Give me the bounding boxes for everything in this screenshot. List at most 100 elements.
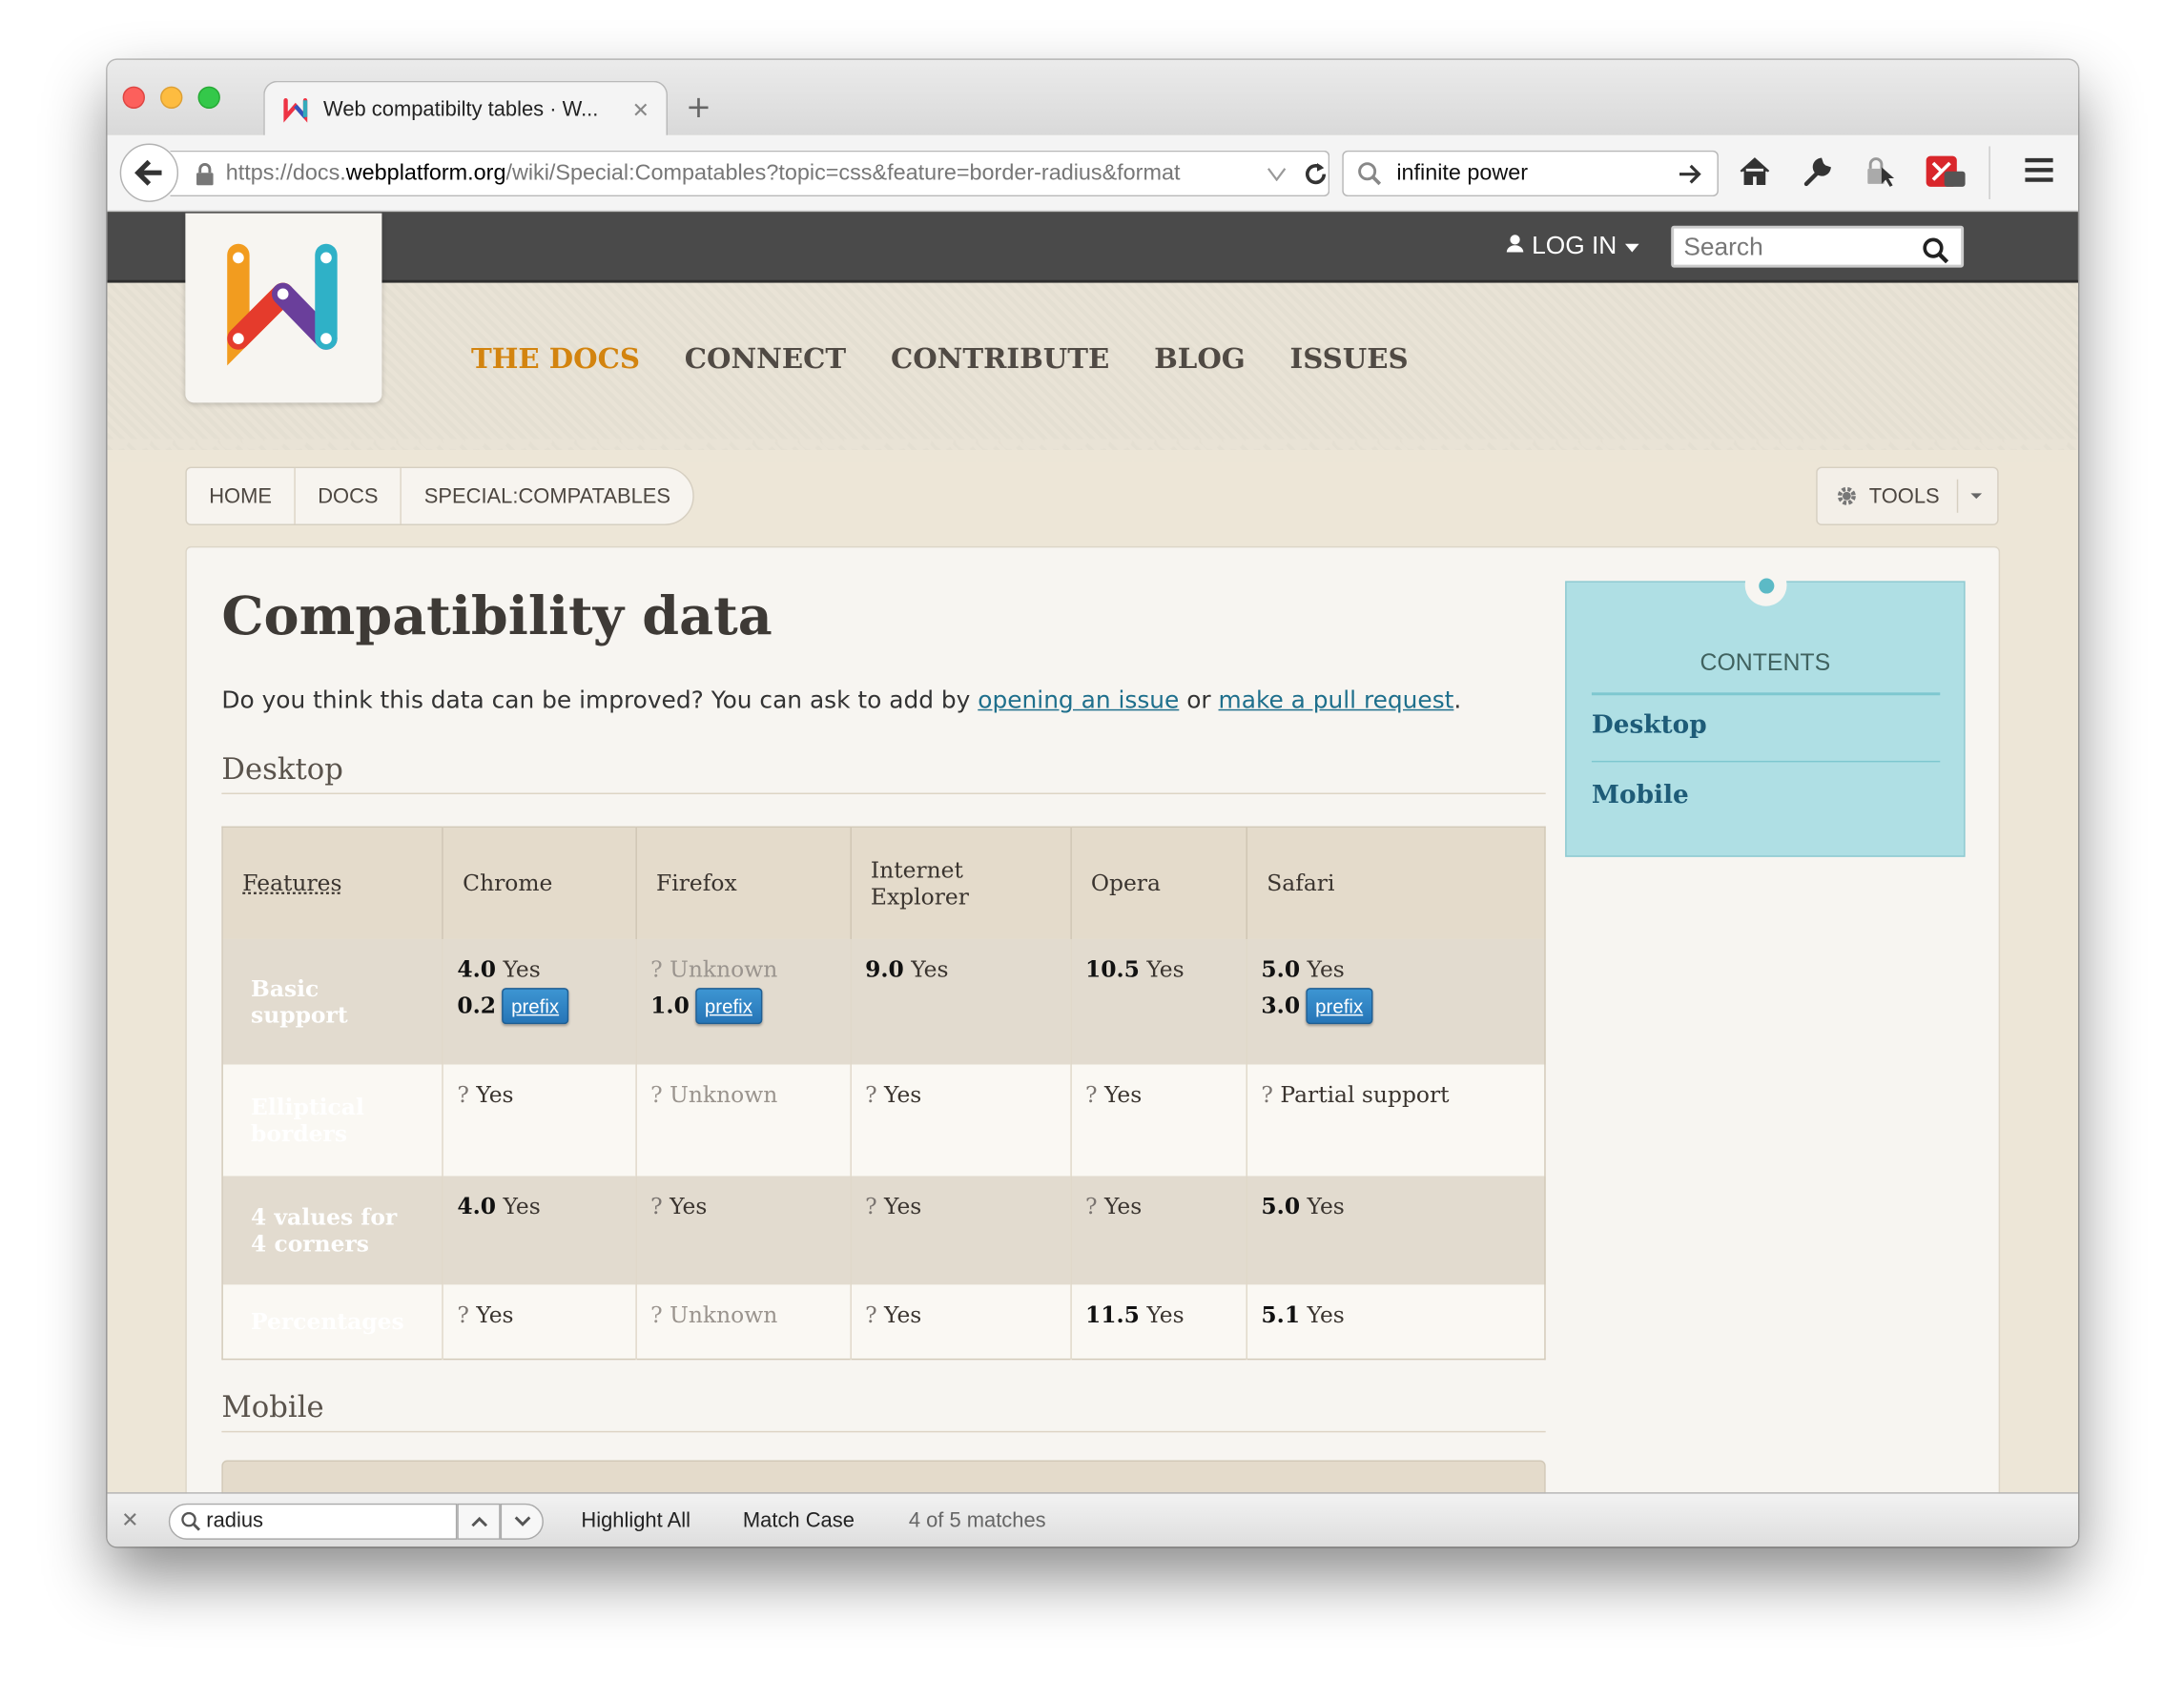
nav-connect[interactable]: CONNECT xyxy=(685,341,846,375)
close-window-button[interactable] xyxy=(122,86,145,109)
table-cell: ? Unknown 1.0 prefix xyxy=(635,938,852,1064)
wrench-icon[interactable] xyxy=(1801,154,1834,188)
col-header-ie: Internet Explorer xyxy=(850,827,1072,939)
tools-button[interactable]: TOOLS xyxy=(1816,466,1999,525)
chevron-down-icon xyxy=(513,1516,530,1526)
nav-issues[interactable]: ISSUES xyxy=(1290,341,1409,375)
site-search-input[interactable]: Search xyxy=(1671,225,1965,268)
table-cell: ? Yes xyxy=(850,1063,1072,1176)
table-cell: ? Yes xyxy=(442,1283,637,1360)
site-search-placeholder: Search xyxy=(1683,233,1763,261)
zoom-window-button[interactable] xyxy=(197,86,220,109)
find-input[interactable]: radius xyxy=(168,1503,458,1540)
extension-lock-icon[interactable] xyxy=(1864,154,1897,188)
url-bar[interactable]: https://docs.webplatform.org/wiki/Specia… xyxy=(170,150,1330,197)
col-header-features[interactable]: Features xyxy=(222,827,443,939)
menu-icon[interactable] xyxy=(2022,154,2055,185)
login-label: LOG IN xyxy=(1532,231,1617,259)
opening-issue-link[interactable]: opening an issue xyxy=(978,686,1179,714)
nav-the-docs[interactable]: THE DOCS xyxy=(471,341,640,375)
table-row: Percentages ? Yes ? Unknown ? Yes 11.5 Y… xyxy=(222,1283,1545,1360)
webplatform-logo[interactable] xyxy=(185,213,382,403)
browser-toolbar: https://docs.webplatform.org/wiki/Specia… xyxy=(107,134,2078,213)
back-button[interactable] xyxy=(119,143,179,202)
find-close-icon[interactable]: ✕ xyxy=(121,1507,138,1533)
dropdown-arrow-icon[interactable] xyxy=(1267,167,1287,181)
toc-item-desktop[interactable]: Desktop xyxy=(1592,710,1707,740)
table-of-contents: CONTENTS Desktop Mobile xyxy=(1565,563,1966,857)
lock-icon xyxy=(196,162,214,185)
search-icon xyxy=(1358,161,1382,185)
breadcrumb-docs[interactable]: DOCS xyxy=(296,468,402,524)
prefix-badge[interactable]: prefix xyxy=(694,987,763,1024)
table-cell: ? Unknown xyxy=(635,1283,852,1360)
nav-contribute[interactable]: CONTRIBUTE xyxy=(891,341,1109,375)
table-cell: ? Yes xyxy=(850,1175,1072,1284)
url-text: https://docs.webplatform.org/wiki/Specia… xyxy=(225,160,1181,185)
nav-blog[interactable]: BLOG xyxy=(1154,341,1246,375)
toc-title: CONTENTS xyxy=(1700,649,1831,676)
toc-divider xyxy=(1591,760,1941,763)
table-cell: ? Yes xyxy=(1070,1175,1247,1284)
site-nav: THE DOCS CONNECT CONTRIBUTE BLOG ISSUES xyxy=(471,341,1409,375)
table-cell: 10.5 Yes xyxy=(1070,938,1247,1064)
breadcrumb-home[interactable]: HOME xyxy=(187,468,296,524)
find-next-button[interactable] xyxy=(500,1503,544,1540)
tools-divider xyxy=(1956,479,1958,513)
minimize-window-button[interactable] xyxy=(160,86,183,109)
table-cell: 5.0 Yes 3.0 prefix xyxy=(1247,938,1545,1064)
chevron-down-icon[interactable] xyxy=(1968,492,1983,501)
find-previous-button[interactable] xyxy=(457,1503,501,1540)
table-cell: ? Unknown xyxy=(635,1063,852,1176)
go-arrow-icon[interactable] xyxy=(1679,162,1703,184)
site-header-bar: LOG IN Search xyxy=(107,212,2078,283)
reload-icon[interactable] xyxy=(1303,161,1328,186)
table-cell: ? Yes xyxy=(635,1175,852,1284)
browser-search-input[interactable]: infinite power xyxy=(1396,161,1678,186)
chevron-up-icon xyxy=(470,1516,487,1527)
toc-item-mobile[interactable]: Mobile xyxy=(1592,780,1689,809)
desktop-compat-table: Features Chrome Firefox Internet Explore… xyxy=(221,826,1546,1361)
gear-icon xyxy=(1837,486,1856,505)
table-row: Basic support 4.0 Yes 0.2 prefix ? Unknow… xyxy=(222,938,1545,1064)
col-header-chrome: Chrome xyxy=(442,827,637,939)
table-cell: 5.1 Yes xyxy=(1247,1283,1545,1360)
chevron-down-icon xyxy=(1625,243,1639,253)
table-cell: 5.0 Yes xyxy=(1247,1175,1545,1284)
new-tab-button[interactable]: + xyxy=(686,91,711,126)
site-search-icon[interactable] xyxy=(1922,236,1949,264)
login-button[interactable]: LOG IN xyxy=(1505,232,1640,261)
toc-pin-icon xyxy=(1744,563,1787,606)
table-cell: 9.0 Yes xyxy=(850,938,1072,1064)
toolbar-divider xyxy=(1988,146,1990,199)
browser-tab[interactable]: Web compatibilty tables · W... ✕ xyxy=(263,80,669,137)
title-bar: Web compatibilty tables · W... ✕ + xyxy=(107,59,2078,137)
home-icon[interactable] xyxy=(1738,154,1771,188)
col-header-safari: Safari xyxy=(1247,827,1545,939)
find-query: radius xyxy=(206,1508,263,1533)
highlight-all-toggle[interactable]: Highlight All xyxy=(581,1509,690,1533)
toc-divider xyxy=(1591,692,1941,696)
feature-name: Basic support xyxy=(222,938,443,1064)
feature-name: Elliptical borders xyxy=(222,1063,443,1176)
find-bar: ✕ radius Highlight All Match Case 4 of 5… xyxy=(107,1492,2078,1547)
table-cell: ? Yes xyxy=(850,1283,1072,1360)
site-banner: THE DOCS CONNECT CONTRIBUTE BLOG ISSUES xyxy=(107,213,2078,451)
table-cell: ? Yes xyxy=(442,1063,637,1176)
feature-name: Percentages xyxy=(222,1283,443,1360)
browser-search-bar[interactable]: infinite power xyxy=(1342,150,1719,197)
logo-icon xyxy=(227,243,338,366)
page-title: Compatibility data xyxy=(221,584,773,647)
back-arrow-icon xyxy=(134,159,162,186)
table-cell: 4.0 Yes xyxy=(442,1175,637,1284)
user-icon xyxy=(1506,235,1524,253)
match-case-toggle[interactable]: Match Case xyxy=(743,1509,855,1533)
prefix-badge[interactable]: prefix xyxy=(501,987,569,1024)
table-cell: 4.0 Yes 0.2 prefix xyxy=(442,938,637,1064)
prefix-badge[interactable]: prefix xyxy=(1305,987,1373,1024)
tools-label: TOOLS xyxy=(1868,483,1940,508)
tab-close-icon[interactable]: ✕ xyxy=(632,97,649,122)
extension-badge-icon[interactable] xyxy=(1925,154,1967,191)
table-header-row: Features Chrome Firefox Internet Explore… xyxy=(222,827,1545,939)
pull-request-link[interactable]: make a pull request xyxy=(1219,686,1454,714)
